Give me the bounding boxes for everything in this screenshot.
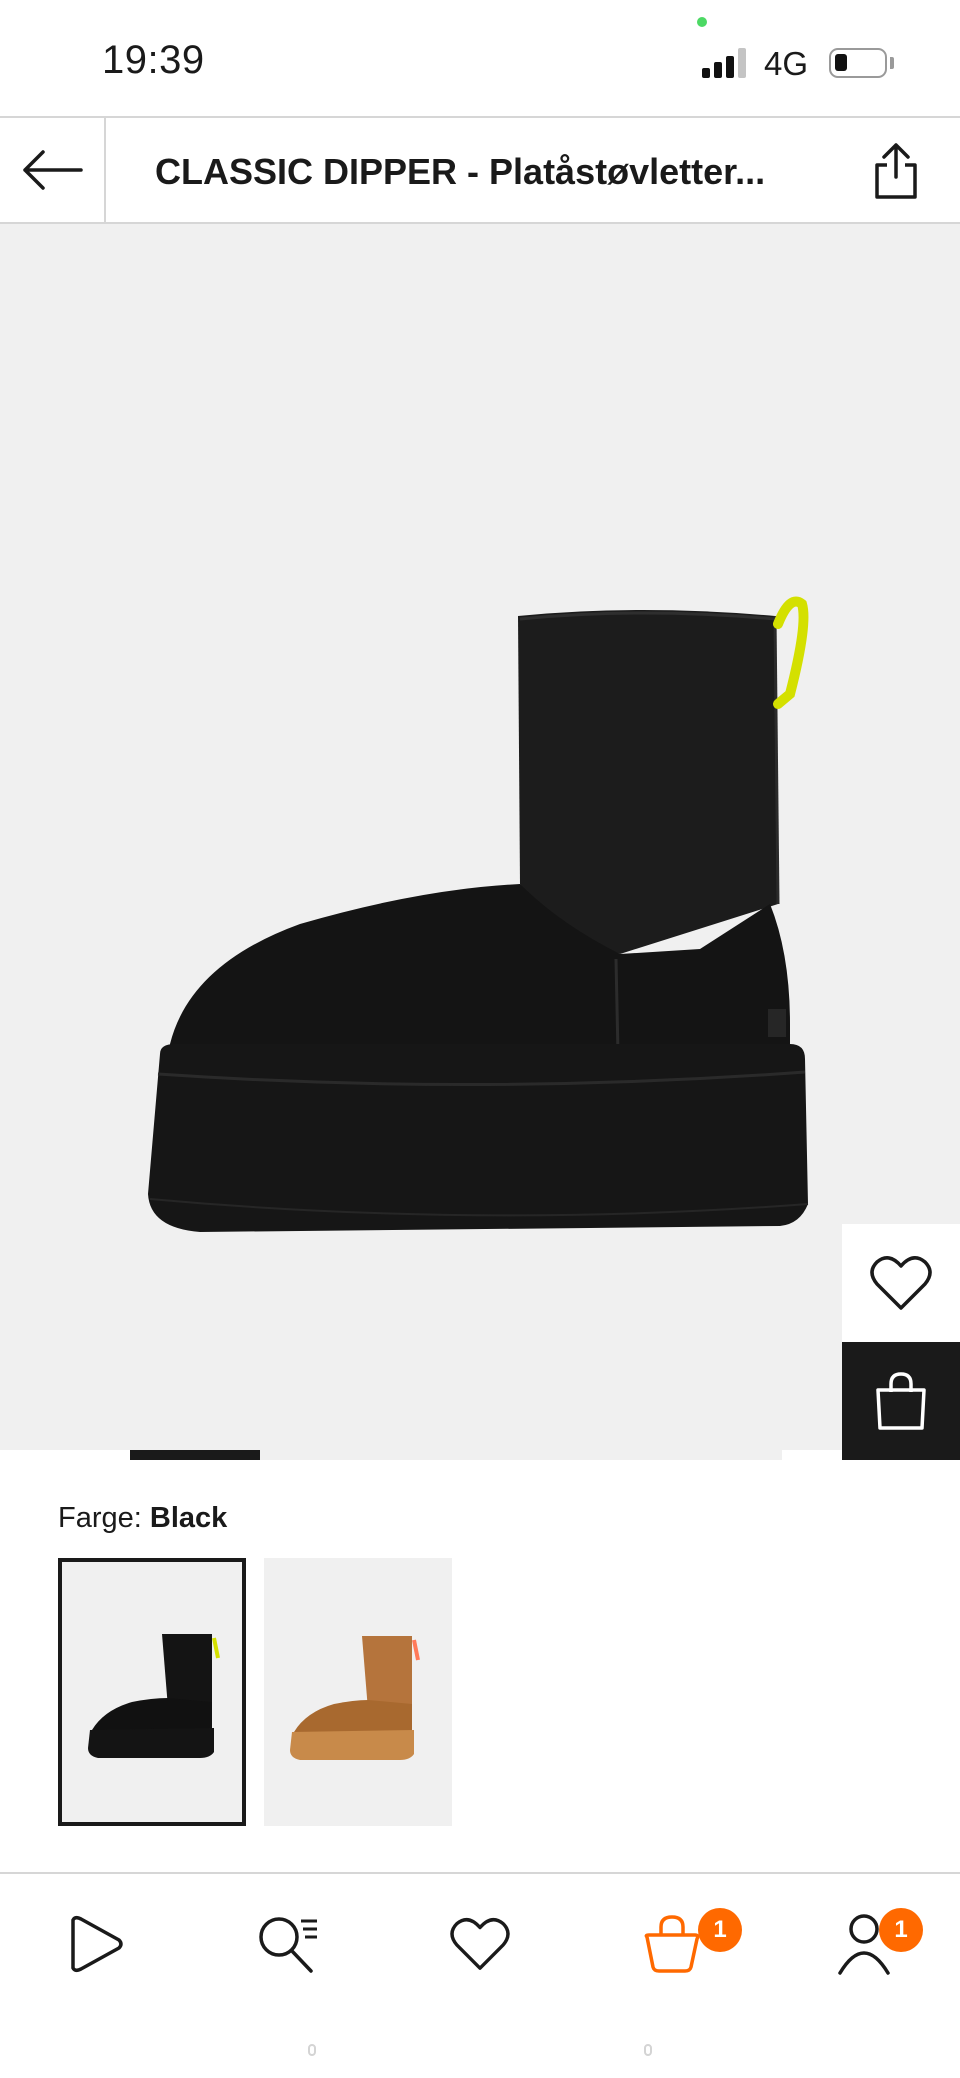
nav-bag[interactable] <box>632 1904 712 1984</box>
back-button[interactable] <box>0 118 106 222</box>
heart-icon <box>870 1256 932 1310</box>
color-swatches <box>58 1558 452 1826</box>
color-selected-value: Black <box>149 1502 228 1534</box>
bottom-navigation: 1 1 <box>0 1872 960 2012</box>
add-to-bag-button[interactable] <box>842 1342 960 1460</box>
page-title: CLASSIC DIPPER - Platåstøvletter... <box>155 151 766 192</box>
share-button[interactable] <box>866 138 926 204</box>
heart-icon <box>450 1918 510 1970</box>
color-swatch-black[interactable] <box>58 1558 246 1826</box>
wishlist-button[interactable] <box>842 1224 960 1342</box>
nav-wishlist[interactable] <box>440 1904 520 1984</box>
camera-indicator-dot <box>697 17 707 27</box>
nav-discover[interactable] <box>55 1904 135 1984</box>
carousel-indicator <box>130 1450 782 1460</box>
product-header: CLASSIC DIPPER - Platåstøvletter... <box>0 116 960 224</box>
status-bar: 19:39 4G <box>0 0 960 116</box>
bag-count-badge: 1 <box>698 1908 742 1952</box>
play-icon <box>71 1915 123 1973</box>
signal-icon <box>702 48 750 78</box>
black-boot-thumbnail <box>88 1634 220 1758</box>
product-boot-illustration <box>148 596 809 1232</box>
color-label-row: Farge: Black <box>58 1502 227 1535</box>
battery-icon <box>829 48 887 78</box>
profile-notification-badge: 1 <box>879 1908 923 1952</box>
arrow-left-icon <box>23 150 83 190</box>
shopping-bag-icon <box>876 1372 926 1430</box>
home-indicator <box>308 2044 652 2056</box>
color-swatch-chestnut[interactable] <box>264 1558 452 1826</box>
chestnut-boot-thumbnail <box>290 1636 420 1760</box>
battery-tip <box>890 57 894 69</box>
bag-icon <box>644 1915 700 1973</box>
status-time: 19:39 <box>102 38 205 82</box>
network-label: 4G <box>764 45 809 82</box>
share-icon <box>875 143 917 199</box>
color-label: Farge: <box>58 1502 142 1534</box>
nav-search[interactable] <box>248 1904 328 1984</box>
search-list-icon <box>259 1917 317 1973</box>
product-image[interactable] <box>0 224 960 1450</box>
carousel-active-segment <box>130 1450 260 1460</box>
